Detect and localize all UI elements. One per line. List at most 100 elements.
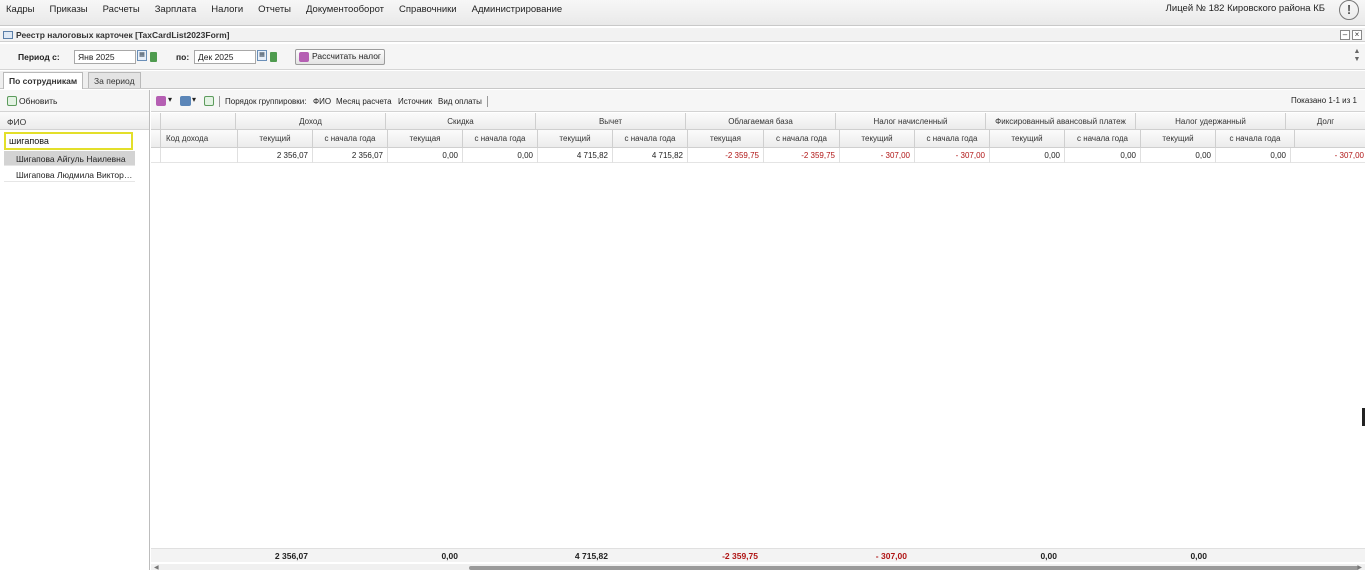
income-code-cell [161,148,238,163]
grid-refresh-icon[interactable] [204,96,214,106]
period-toolbar: Период с: Янв 2025 ▦ по: Дек 2025 ▦ Расс… [0,44,1365,70]
menu-item-zarplata[interactable]: Зарплата [155,4,197,15]
group-header-debt: Долг [1316,117,1335,126]
grouping-month[interactable]: Месяц расчета [336,97,392,106]
withheld-current-header[interactable]: текущий [1141,130,1216,147]
scrollbar-thumb[interactable] [469,566,1359,570]
print-dropdown-icon[interactable]: ▾ [192,95,196,104]
employee-toolbar: Обновить [0,90,149,112]
collapse-toggle-icon[interactable]: ▲ ▼ [1352,48,1362,66]
advance-ytd-header[interactable]: с начала года [1065,130,1141,147]
income-current-cell: 2 356,07 [238,148,313,163]
period-to-label: по: [176,52,190,62]
tab-by-period[interactable]: За период [88,72,141,88]
period-from-apply-icon[interactable] [150,52,157,62]
sub-header-blank [151,130,161,147]
withheld-current-cell: 0,00 [1141,148,1216,163]
calculate-icon [299,52,309,62]
total-tax-accrued: - 307,00 [875,551,907,561]
menu-item-dokumentooborot[interactable]: Документооборот [306,4,384,15]
deduction-current-header[interactable]: текущий [538,130,613,147]
income-code-header[interactable]: Код дохода [161,130,238,147]
group-header-row: Доход Скидка Вычет Облагаемая база Налог… [151,113,1365,130]
employee-list-item[interactable]: Шигапова Людмила Викторовна [4,167,135,182]
deduction-ytd-cell: 4 715,82 [613,148,688,163]
period-from-label: Период с: [18,52,60,62]
discount-current-header[interactable]: текущая [388,130,463,147]
window-title-bar: Реестр налоговых карточек [TaxCardList20… [0,28,1365,42]
table-row[interactable]: 2 356,07 2 356,07 0,00 0,00 4 715,82 4 7… [151,148,1365,163]
withheld-ytd-header[interactable]: с начала года [1216,130,1295,147]
info-icon[interactable]: ! [1339,0,1359,20]
accrued-ytd-cell: - 307,00 [915,148,990,163]
employee-panel: Обновить ФИО шигапова Шигапова Айгуль На… [0,90,150,570]
menu-item-administrirovanie[interactable]: Администрирование [472,4,563,15]
top-menu-bar: Кадры Приказы Расчеты Зарплата Налоги От… [0,0,1365,26]
fio-filter-input[interactable]: шигапова [4,132,133,150]
minimize-button[interactable]: – [1340,30,1350,40]
calculate-tax-label: Рассчитать налог [312,51,382,61]
menu-item-kadry[interactable]: Кадры [6,4,34,15]
row-marker-cell [151,148,161,163]
grouping-source[interactable]: Источник [398,97,432,106]
total-fixed-advance: 0,00 [1040,551,1057,561]
base-current-cell: -2 359,75 [688,148,764,163]
menu-item-raschety[interactable]: Расчеты [103,4,140,15]
accrued-current-cell: - 307,00 [840,148,915,163]
income-ytd-cell: 2 356,07 [313,148,388,163]
total-discount: 0,00 [441,551,458,561]
period-to-apply-icon[interactable] [270,52,277,62]
main-menu: Кадры Приказы Расчеты Зарплата Налоги От… [0,0,571,18]
close-button[interactable]: × [1352,30,1362,40]
calendar-from-icon[interactable]: ▦ [137,50,147,61]
view-tabs: По сотрудникам За период [0,71,1365,89]
grouping-fio[interactable]: ФИО [313,97,331,106]
advance-current-cell: 0,00 [990,148,1065,163]
total-deduction: 4 715,82 [574,551,608,561]
actions-dropdown-icon[interactable]: ▾ [168,95,172,104]
total-tax-withheld: 0,00 [1190,551,1207,561]
horizontal-scrollbar[interactable]: ◀ ▶ [151,564,1365,571]
discount-current-cell: 0,00 [388,148,463,163]
discount-ytd-header[interactable]: с начала года [463,130,538,147]
group-header-fixed-advance: Фиксированный авансовый платеж [986,113,1136,129]
actions-icon[interactable] [156,96,166,106]
employee-list-item[interactable]: Шигапова Айгуль Наилевна [4,151,135,166]
toolbar-separator [219,96,220,107]
menu-item-prikazy[interactable]: Приказы [49,4,87,15]
discount-ytd-cell: 0,00 [463,148,538,163]
refresh-icon[interactable] [7,96,17,106]
shown-count: Показано 1-1 из 1 [1290,96,1357,105]
base-current-header[interactable]: текущая [688,130,764,147]
accrued-ytd-header[interactable]: с начала года [915,130,990,147]
income-current-header[interactable]: текущий [238,130,313,147]
base-ytd-cell: -2 359,75 [764,148,840,163]
tax-card-grid: ▾ ▾ Порядок группировки: ФИО Месяц расче… [151,90,1365,571]
menu-item-spravochniki[interactable]: Справочники [399,4,457,15]
window-title: Реестр налоговых карточек [TaxCardList20… [16,30,230,40]
print-icon[interactable] [180,96,191,106]
period-from-input[interactable]: Янв 2025 [74,50,136,64]
calculate-tax-button[interactable]: Рассчитать налог [295,49,386,65]
advance-current-header[interactable]: текущий [990,130,1065,147]
accrued-current-header[interactable]: текущий [840,130,915,147]
refresh-button[interactable]: Обновить [19,96,58,106]
tab-by-employees[interactable]: По сотрудникам [3,72,84,89]
period-to-input[interactable]: Дек 2025 [194,50,256,64]
deduction-ytd-header[interactable]: с начала года [613,130,688,147]
calendar-to-icon[interactable]: ▦ [257,50,267,61]
form-icon [3,31,13,39]
income-ytd-header[interactable]: с начала года [313,130,388,147]
menu-item-otchety[interactable]: Отчеты [258,4,291,15]
debt-cell: - 307,00 [1334,151,1364,160]
organization-name: Лицей № 182 Кировского района КБ [1165,3,1325,14]
totals-row: 2 356,07 0,00 4 715,82 -2 359,75 - 307,0… [151,548,1365,562]
group-header-deduction: Вычет [536,113,686,129]
total-taxable-base: -2 359,75 [722,551,758,561]
fio-column-header[interactable]: ФИО [0,112,149,130]
group-header-tax-accrued: Налог начисленный [836,113,986,129]
base-ytd-header[interactable]: с начала года [764,130,840,147]
menu-item-nalogi[interactable]: Налоги [211,4,243,15]
deduction-current-cell: 4 715,82 [538,148,613,163]
grouping-payment-type[interactable]: Вид оплаты [438,97,482,106]
